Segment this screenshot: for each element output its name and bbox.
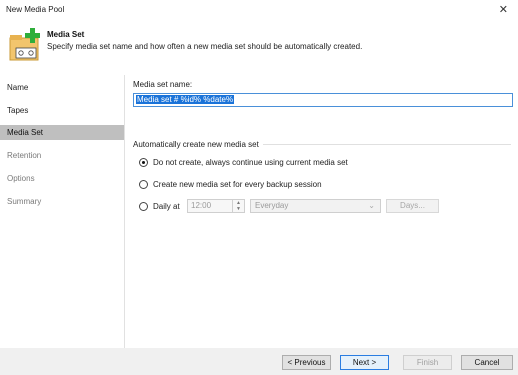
media-set-name-input[interactable]: Media set # %id% %date% <box>133 93 513 107</box>
option-do-not-create-label: Do not create, always continue using cur… <box>153 157 348 167</box>
step-options: Options <box>7 174 35 183</box>
step-media-set[interactable]: Media Set <box>0 125 124 140</box>
title-bar: New Media Pool ✕ <box>0 0 518 22</box>
group-divider <box>263 144 511 145</box>
finish-button: Finish <box>403 355 452 370</box>
window-title: New Media Pool <box>6 5 65 14</box>
auto-create-group-title: Automatically create new media set <box>133 140 259 149</box>
daily-time-value: 12:00 <box>191 201 212 210</box>
radio-unchecked-icon[interactable] <box>139 179 148 189</box>
time-spinner-icon: ▲ ▼ <box>232 200 244 212</box>
schedule-select: Everyday ⌄ <box>250 199 381 213</box>
radio-unchecked-icon[interactable] <box>139 201 148 211</box>
step-name[interactable]: Name <box>0 80 124 95</box>
option-daily-label: Daily at <box>153 201 180 211</box>
chevron-down-icon: ⌄ <box>368 201 375 210</box>
page-subtitle: Specify media set name and how often a n… <box>47 42 363 51</box>
option-every-session-label: Create new media set for every backup se… <box>153 179 322 189</box>
page-title: Media Set <box>47 30 85 39</box>
radio-checked-icon[interactable] <box>139 157 148 167</box>
option-daily[interactable]: Daily at <box>139 200 180 212</box>
option-do-not-create[interactable]: Do not create, always continue using cur… <box>139 156 348 168</box>
step-summary: Summary <box>7 197 42 206</box>
close-icon[interactable]: ✕ <box>499 3 508 16</box>
step-tapes[interactable]: Tapes <box>0 103 124 118</box>
days-button: Days... <box>386 199 439 213</box>
media-set-name-label: Media set name: <box>133 80 193 89</box>
option-every-session[interactable]: Create new media set for every backup se… <box>139 178 322 190</box>
wizard-steps: Name Tapes Media Set Retention Options S… <box>0 75 125 348</box>
cancel-button[interactable]: Cancel <box>461 355 513 370</box>
media-set-form: Media set name: Media set # %id% %date% … <box>133 75 513 348</box>
media-pool-add-icon <box>9 28 40 61</box>
schedule-select-value: Everyday <box>255 201 289 210</box>
media-set-name-value: Media set # %id% %date% <box>136 95 235 104</box>
step-retention: Retention <box>7 151 42 160</box>
daily-time-input: 12:00 ▲ ▼ <box>187 199 245 213</box>
wizard-header: Media Set Specify media set name and how… <box>0 22 518 68</box>
next-button[interactable]: Next > <box>340 355 389 370</box>
previous-button[interactable]: < Previous <box>282 355 331 370</box>
